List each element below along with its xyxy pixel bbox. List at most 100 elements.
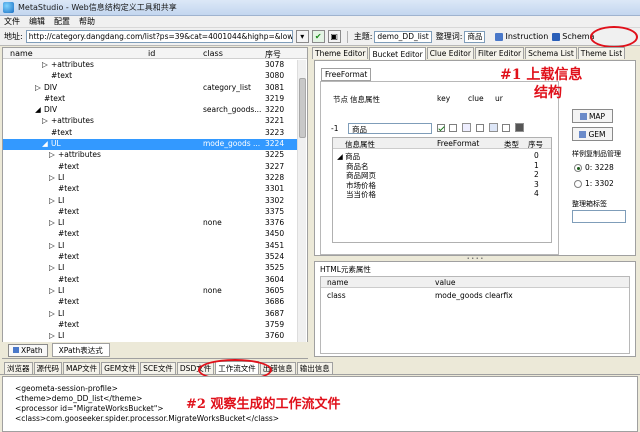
node-value-input[interactable]: 商品 bbox=[348, 123, 432, 134]
bucket-row[interactable]: 商品网页 2 bbox=[333, 170, 551, 180]
clue-checkbox[interactable] bbox=[476, 124, 484, 132]
tag-input[interactable] bbox=[572, 210, 626, 223]
menu-help[interactable]: 帮助 bbox=[79, 16, 95, 27]
schema-button[interactable]: Schema bbox=[552, 32, 594, 41]
tab-theme-list[interactable]: Theme List bbox=[577, 47, 626, 59]
xpath-button-label: XPath bbox=[21, 345, 43, 355]
tree-row[interactable]: #text 3686 bbox=[3, 297, 297, 308]
expander-icon[interactable]: ◢ bbox=[42, 139, 48, 148]
sample-radio-1[interactable] bbox=[574, 180, 582, 188]
expander-icon[interactable]: ▷ bbox=[49, 263, 55, 272]
tree-row[interactable]: ▷ DIV category_list 3081 bbox=[3, 83, 297, 94]
tree-row[interactable]: ▷ LI 3451 bbox=[3, 241, 297, 252]
tab-bucket-editor[interactable]: Bucket Editor bbox=[369, 47, 426, 60]
menu-file[interactable]: 文件 bbox=[4, 16, 20, 27]
node-name: #text bbox=[58, 252, 80, 262]
tree-row[interactable]: #text 3450 bbox=[3, 229, 297, 240]
tab-output-info[interactable]: 输出信息 bbox=[296, 362, 333, 374]
bucket-row[interactable]: 当当价格 4 bbox=[333, 189, 551, 199]
tree-row[interactable]: #text 3604 bbox=[3, 275, 297, 286]
col-id[interactable]: id bbox=[148, 49, 155, 58]
tab-source[interactable]: 源代码 bbox=[33, 362, 62, 374]
bucket-attr-index: 1 bbox=[534, 160, 539, 170]
node-index: 3078 bbox=[265, 60, 285, 69]
dropdown-arrow-icon[interactable]: ▾ bbox=[295, 30, 309, 43]
menu-config[interactable]: 配置 bbox=[54, 16, 70, 27]
tree-row[interactable]: #text 3301 bbox=[3, 184, 297, 195]
tab-theme-editor[interactable]: Theme Editor bbox=[312, 47, 369, 59]
tree-row[interactable]: ◢ DIV search_goods... 3220 bbox=[3, 105, 297, 116]
tree-row[interactable]: #text 3080 bbox=[3, 71, 297, 82]
tree-row[interactable]: ▷ LI 3228 bbox=[3, 173, 297, 184]
tab-map-file[interactable]: MAP文件 bbox=[63, 362, 101, 374]
bucket-row[interactable]: 商品名 1 bbox=[333, 160, 551, 171]
expander-icon[interactable]: ▷ bbox=[35, 83, 41, 92]
address-input[interactable]: http://category.dangdang.com/list?ps=39&… bbox=[25, 30, 293, 43]
tab-filter-editor[interactable]: Filter Editor bbox=[474, 47, 525, 59]
flag-checkbox[interactable] bbox=[449, 124, 457, 132]
map-icon bbox=[579, 112, 587, 120]
freeformat-tab[interactable]: FreeFormat bbox=[321, 68, 372, 81]
tab-gem-file[interactable]: GEM文件 bbox=[101, 362, 140, 374]
tab-schema-list[interactable]: Schema List bbox=[525, 47, 577, 59]
tree-row[interactable]: ▷ LI 3760 bbox=[3, 331, 297, 342]
node-class: search_goods... bbox=[203, 105, 262, 115]
tree-row[interactable]: #text 3375 bbox=[3, 207, 297, 218]
expander-icon[interactable]: ◢ bbox=[35, 105, 41, 114]
tree-row[interactable]: #text 3219 bbox=[3, 94, 297, 105]
capture-icon[interactable]: ▣ bbox=[327, 30, 341, 43]
expander-icon[interactable]: ▷ bbox=[49, 196, 55, 205]
hdr-key: key bbox=[437, 94, 451, 103]
tree-row[interactable]: ▷ LI none 3376 bbox=[3, 218, 297, 229]
expander-icon[interactable]: ▷ bbox=[49, 173, 55, 182]
app-icon bbox=[3, 2, 14, 13]
expander-icon[interactable]: ▷ bbox=[42, 116, 48, 125]
expander-icon[interactable]: ▷ bbox=[49, 309, 55, 318]
expander-icon[interactable]: ▷ bbox=[42, 60, 48, 69]
tree-row[interactable]: ▷ LI none 3605 bbox=[3, 286, 297, 297]
tree-row[interactable]: ▷ +attributes 3225 bbox=[3, 150, 297, 161]
expander-icon[interactable]: ▷ bbox=[49, 218, 55, 227]
tree-row[interactable]: ▷ LI 3302 bbox=[3, 196, 297, 207]
tab-browser[interactable]: 浏览器 bbox=[4, 362, 33, 374]
refresh-icon[interactable]: ✔ bbox=[311, 30, 325, 43]
node-index: 3220 bbox=[265, 105, 285, 115]
tree-row[interactable]: ▷ +attributes 3221 bbox=[3, 116, 297, 127]
tree-row[interactable]: #text 3223 bbox=[3, 128, 297, 139]
theme-reg-field[interactable]: 商品 bbox=[464, 30, 486, 43]
expander-icon[interactable]: ▷ bbox=[49, 331, 55, 340]
tree-row[interactable]: ▷ +attributes 3078 bbox=[3, 60, 297, 71]
sample-radio-0[interactable] bbox=[574, 164, 582, 172]
tree-row[interactable]: ▷ LI 3525 bbox=[3, 263, 297, 274]
gem-button[interactable]: GEM bbox=[572, 127, 613, 141]
expander-icon[interactable]: ▷ bbox=[49, 241, 55, 250]
doc-icon[interactable] bbox=[462, 123, 471, 132]
image-icon[interactable] bbox=[489, 123, 498, 132]
col-class[interactable]: class bbox=[203, 49, 223, 58]
map-button[interactable]: MAP bbox=[572, 109, 613, 123]
menu-edit[interactable]: 编辑 bbox=[29, 16, 45, 27]
key-checkbox[interactable] bbox=[437, 124, 445, 132]
bucket-attr-name: 当当价格 bbox=[346, 190, 376, 199]
tree-row[interactable]: #text 3524 bbox=[3, 252, 297, 263]
tree-vertical-scrollbar[interactable] bbox=[297, 60, 306, 346]
block-icon[interactable] bbox=[515, 123, 524, 132]
url-checkbox[interactable] bbox=[502, 124, 510, 132]
expander-icon[interactable]: ▷ bbox=[49, 150, 55, 159]
expander-icon[interactable]: ▷ bbox=[49, 286, 55, 295]
tree-row[interactable]: ◢ UL mode_goods ... 3224 bbox=[3, 139, 297, 151]
instruction-button[interactable]: Instruction bbox=[495, 32, 548, 41]
tree-row[interactable]: ▷ LI 3687 bbox=[3, 309, 297, 320]
scroll-thumb[interactable] bbox=[299, 78, 306, 138]
col-index[interactable]: 序号 bbox=[265, 49, 281, 60]
bucket-row[interactable]: 市场价格 3 bbox=[333, 180, 551, 190]
xpath-expression-tab[interactable]: XPath表达式 bbox=[51, 343, 110, 357]
theme-field[interactable]: demo_DD_list bbox=[374, 30, 432, 43]
tab-clue-editor[interactable]: Clue Editor bbox=[426, 47, 474, 59]
xpath-button[interactable]: XPath bbox=[8, 343, 48, 357]
tree-row[interactable]: #text 3227 bbox=[3, 162, 297, 173]
tab-sce-file[interactable]: SCE文件 bbox=[140, 362, 176, 374]
bucket-row[interactable]: ◢ 商品 0 bbox=[333, 151, 551, 161]
col-name[interactable]: name bbox=[10, 49, 33, 58]
tree-row[interactable]: #text 3759 bbox=[3, 320, 297, 331]
